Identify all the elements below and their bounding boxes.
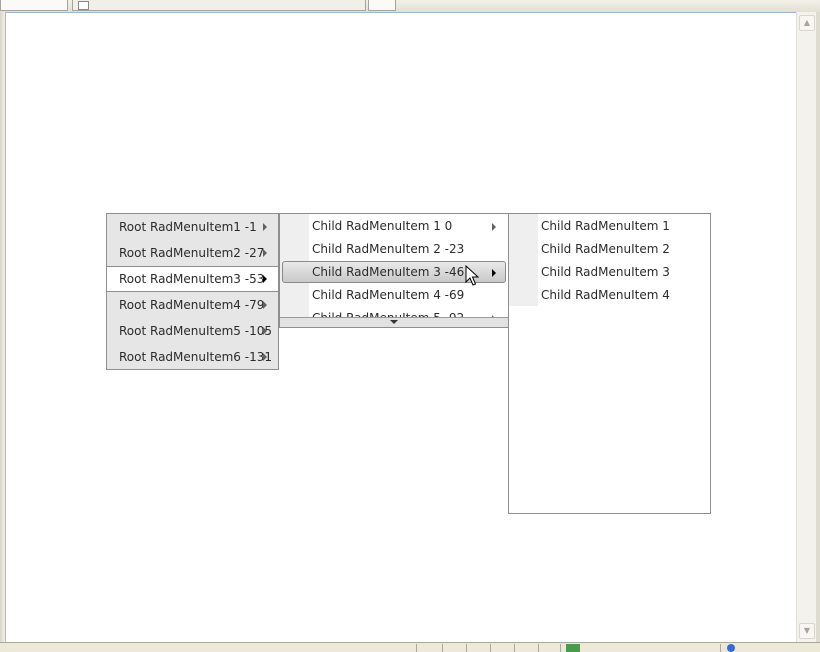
mouse-cursor-icon	[465, 265, 479, 286]
submenu-arrow-icon	[263, 275, 267, 283]
child-menu-item-label: Child RadMenuItem 1 0	[312, 219, 453, 233]
child-menu-item-label: Child RadMenuItem 4 -69	[312, 288, 465, 302]
submenu-arrow-icon	[263, 327, 267, 335]
grandchild-menu-item-label: Child RadMenuItem 4	[541, 288, 670, 302]
browser-tab-active[interactable]	[72, 0, 366, 11]
root-menu-item[interactable]: Root RadMenuItem2 -27	[107, 240, 278, 266]
scroll-down-icon[interactable]: ▼	[799, 623, 815, 639]
scroll-up-icon[interactable]: ▲	[799, 15, 815, 31]
child-menu-item[interactable]: Child RadMenuItem 1 0	[280, 215, 508, 238]
browser-tab-strip	[0, 0, 820, 13]
submenu-arrow-icon	[263, 249, 267, 257]
browser-tab[interactable]	[0, 0, 68, 11]
child-menu-item-label: Child RadMenuItem 3 -46	[312, 265, 465, 279]
grandchild-menu-item[interactable]: Child RadMenuItem 3	[509, 261, 710, 284]
window-right-border	[816, 12, 820, 642]
new-tab-button[interactable]	[368, 0, 396, 11]
root-menu-item-label: Root RadMenuItem1 -1	[119, 220, 257, 234]
vertical-scrollbar[interactable]: ▲ ▼	[796, 12, 817, 642]
submenu-arrow-icon	[492, 269, 496, 277]
grandchild-menu-item[interactable]: Child RadMenuItem 2	[509, 238, 710, 261]
grandchild-menu-item-label: Child RadMenuItem 2	[541, 242, 670, 256]
root-menu-item-label: Root RadMenuItem5 -105	[119, 324, 272, 338]
child-menu-item[interactable]: Child RadMenuItem 4 -69	[280, 284, 508, 307]
child-menu-item[interactable]: Child RadMenuItem 5 -92	[280, 307, 508, 317]
root-menu-item-label: Root RadMenuItem3 -53	[119, 272, 265, 286]
root-menu-item[interactable]: Root RadMenuItem6 -131	[107, 344, 278, 370]
root-menu-item[interactable]: Root RadMenuItem1 -1	[107, 214, 278, 240]
root-menu: Root RadMenuItem1 -1 Root RadMenuItem2 -…	[106, 213, 279, 370]
child-menu-item-label: Child RadMenuItem 2 -23	[312, 242, 465, 256]
window-left-border	[0, 12, 6, 642]
caret-down-icon	[390, 320, 398, 324]
root-menu-item-label: Root RadMenuItem6 -131	[119, 350, 272, 364]
grandchild-menu-item[interactable]: Child RadMenuItem 1	[509, 215, 710, 238]
submenu-arrow-icon	[263, 353, 267, 361]
submenu-arrow-icon	[263, 223, 267, 231]
submenu-arrow-icon	[492, 223, 496, 231]
grandchild-menu-item-label: Child RadMenuItem 1	[541, 219, 670, 233]
root-menu-item-label: Root RadMenuItem4 -79	[119, 298, 265, 312]
root-menu-item-selected[interactable]: Root RadMenuItem3 -53	[107, 266, 278, 292]
child-menu-item-label: Child RadMenuItem 5 -92	[312, 307, 464, 317]
root-menu-item-label: Root RadMenuItem2 -27	[119, 246, 265, 260]
root-menu-item[interactable]: Root RadMenuItem4 -79	[107, 292, 278, 318]
child-menu-item[interactable]: Child RadMenuItem 2 -23	[280, 238, 508, 261]
grandchild-menu-item[interactable]: Child RadMenuItem 4	[509, 284, 710, 307]
page-icon	[78, 1, 89, 10]
root-menu-item[interactable]: Root RadMenuItem5 -105	[107, 318, 278, 344]
grandchild-menu: Child RadMenuItem 1 Child RadMenuItem 2 …	[508, 213, 711, 514]
grandchild-menu-item-label: Child RadMenuItem 3	[541, 265, 670, 279]
menu-scroll-down-button[interactable]	[280, 317, 508, 327]
submenu-arrow-icon	[263, 301, 267, 309]
browser-window: ▲ ▼ Root RadMenuItem1 -1 Root RadMenuIte…	[0, 0, 820, 652]
